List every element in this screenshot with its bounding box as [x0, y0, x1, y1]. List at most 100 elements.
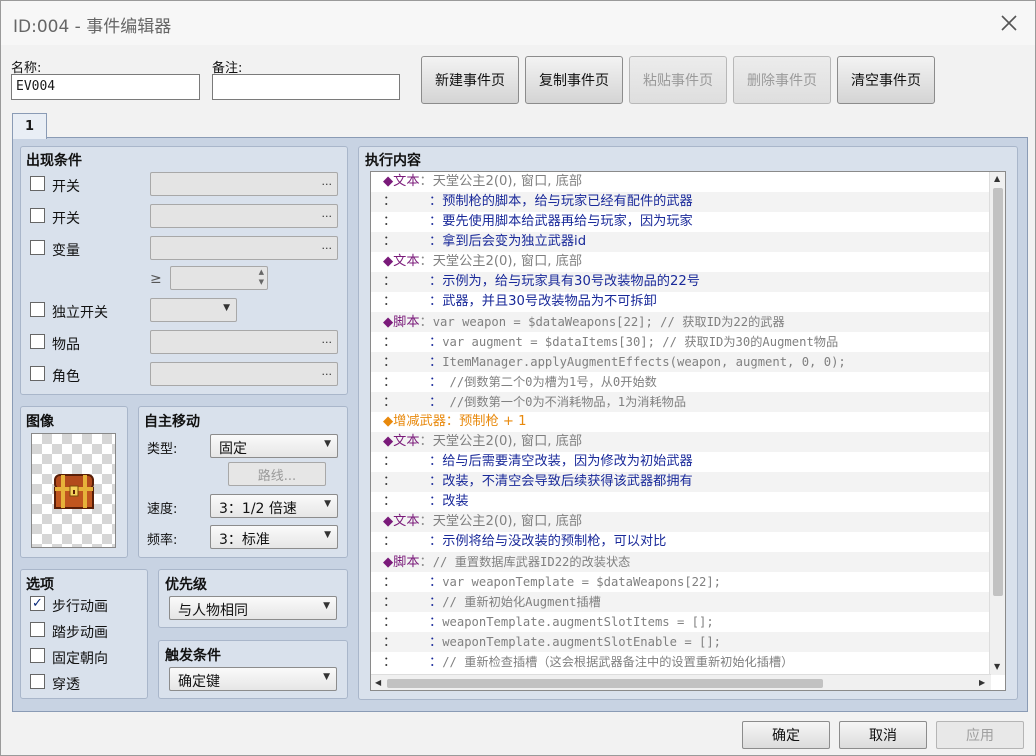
continuation-marker: ： — [383, 635, 397, 650]
scroll-right-arrow-icon[interactable]: ▶ — [979, 678, 985, 687]
command-row[interactable]: ：：改装 — [371, 492, 991, 512]
command-row[interactable]: ◆脚本：var weapon = $dataWeapons[22]; // 获取… — [371, 312, 991, 332]
speed-label: 速度: — [147, 502, 178, 517]
command-text: 天堂公主2(0), 窗口, 底部 — [432, 174, 583, 189]
stepping-anim-checkbox[interactable] — [30, 622, 45, 637]
clear-page-button[interactable]: 清空事件页 — [837, 56, 935, 104]
switch1-checkbox[interactable] — [30, 176, 45, 191]
vertical-scrollbar[interactable]: ▲ ▼ — [989, 172, 1005, 675]
command-row[interactable]: ：：var augment = $dataItems[30]; // 获取ID为… — [371, 332, 991, 352]
spin-up-icon[interactable]: ▲ — [259, 268, 264, 276]
command-list[interactable]: ◆文本：天堂公主2(0), 窗口, 底部：：预制枪的脚本，给与玩家已经有配件的武… — [370, 171, 1006, 691]
command-row[interactable]: ：：// 重新初始化Augment插槽 — [371, 592, 991, 612]
scroll-up-arrow-icon[interactable]: ▲ — [994, 174, 1000, 183]
trigger-select[interactable]: 确定键 ▼ — [169, 667, 337, 691]
spin-down-icon[interactable]: ▼ — [259, 278, 264, 286]
command-row[interactable]: ：：// 重新检查插槽（这会根据武器备注中的设置重新初始化插槽） — [371, 652, 991, 672]
command-row[interactable]: ：：weaponTemplate.augmentSlotItems = []; — [371, 612, 991, 632]
command-row[interactable]: ：：改装，不清空会导致后续获得该武器都拥有 — [371, 472, 991, 492]
command-text: 武器，并且30号改装物品为不可拆卸 — [442, 294, 657, 309]
command-row[interactable]: ：：给与后需要清空改装，因为修改为初始武器 — [371, 452, 991, 472]
self-switch-select[interactable]: ▼ — [150, 298, 237, 322]
continuation-marker: ： — [383, 454, 397, 469]
command-head: ◆文本 — [383, 254, 420, 269]
continuation-marker: ： — [383, 294, 397, 309]
conditions-title: 出现条件 — [26, 153, 82, 169]
dropdown-arrow-icon: ▼ — [323, 672, 330, 682]
command-separator: ： — [429, 214, 443, 229]
command-head: ◆脚本 — [383, 315, 420, 330]
new-page-button[interactable]: 新建事件页 — [421, 56, 519, 104]
ellipsis-icon: ... — [321, 175, 333, 188]
ok-button[interactable]: 确定 — [742, 721, 830, 749]
through-checkbox[interactable] — [30, 674, 45, 689]
scroll-left-arrow-icon[interactable]: ◀ — [375, 678, 381, 687]
command-row[interactable]: ：：示例为，给与玩家具有30号改装物品的22号 — [371, 272, 991, 292]
command-row[interactable]: ◆文本：天堂公主2(0), 窗口, 底部 — [371, 432, 991, 452]
event-image[interactable] — [31, 433, 116, 548]
ellipsis-icon: ... — [321, 365, 333, 378]
frequency-value: 3：标准 — [219, 532, 270, 548]
type-label: 类型: — [147, 442, 178, 457]
direction-fix-checkbox[interactable] — [30, 648, 45, 663]
command-row[interactable]: ◆脚本：// 重置数据库武器ID22的改装状态 — [371, 552, 991, 572]
command-row[interactable]: ◆文本：天堂公主2(0), 窗口, 底部 — [371, 512, 991, 532]
command-text: ItemManager.applyAugmentEffects(weapon, … — [442, 355, 846, 369]
command-row[interactable]: ：：武器，并且30号改装物品为不可拆卸 — [371, 292, 991, 312]
copy-page-button[interactable]: 复制事件页 — [525, 56, 623, 104]
apply-button[interactable]: 应用 — [936, 721, 1024, 749]
paste-page-button[interactable]: 粘贴事件页 — [629, 56, 727, 104]
delete-page-button[interactable]: 删除事件页 — [733, 56, 831, 104]
command-row[interactable]: ：：要先使用脚本给武器再给与玩家，因为玩家 — [371, 212, 991, 232]
command-row[interactable]: ： ： //倒数第一个0为不消耗物品，1为消耗物品 — [371, 392, 991, 412]
priority-select[interactable]: 与人物相同 ▼ — [169, 596, 337, 620]
self-switch-label: 独立开关 — [52, 305, 108, 321]
switch1-field[interactable]: ... — [150, 172, 338, 196]
command-row[interactable]: ：：weaponTemplate.augmentSlotEnable = []; — [371, 632, 991, 652]
switch2-field[interactable]: ... — [150, 204, 338, 228]
command-row[interactable]: ： ： //倒数第二个0为槽为1号，从0开始数 — [371, 372, 991, 392]
note-field[interactable] — [212, 74, 400, 100]
command-row[interactable]: ：：var weaponTemplate = $dataWeapons[22]; — [371, 572, 991, 592]
route-button[interactable]: 路线... — [228, 462, 326, 486]
walking-anim-checkbox[interactable]: ✓ — [30, 596, 45, 611]
actor-checkbox[interactable] — [30, 366, 45, 381]
close-button[interactable] — [995, 9, 1023, 37]
type-select[interactable]: 固定 ▼ — [210, 434, 338, 458]
variable-label: 变量 — [52, 243, 80, 259]
command-text: 天堂公主2(0), 窗口, 底部 — [432, 514, 583, 529]
cancel-button[interactable]: 取消 — [839, 721, 927, 749]
command-text: var weaponTemplate = $dataWeapons[22]; — [442, 575, 722, 589]
command-row[interactable]: ◆增减武器：预制枪 + 1 — [371, 412, 991, 432]
variable-value-spinner[interactable]: ▲ ▼ — [170, 266, 268, 290]
variable-field[interactable]: ... — [150, 236, 338, 260]
command-row[interactable]: ：：ItemManager.applyAugmentEffects(weapon… — [371, 352, 991, 372]
item-checkbox[interactable] — [30, 334, 45, 349]
command-separator: ： — [429, 575, 443, 590]
command-row[interactable]: ：：拿到后会变为独立武器id — [371, 232, 991, 252]
item-field[interactable]: ... — [150, 330, 338, 354]
command-row[interactable]: ◆文本：天堂公主2(0), 窗口, 底部 — [371, 172, 991, 192]
self-switch-checkbox[interactable] — [30, 302, 45, 317]
command-separator: ： — [429, 335, 443, 350]
actor-field[interactable]: ... — [150, 362, 338, 386]
frequency-select[interactable]: 3：标准 ▼ — [210, 525, 338, 549]
dropdown-arrow-icon: ▼ — [223, 303, 230, 313]
name-field[interactable]: EV004 — [11, 74, 200, 100]
vertical-scroll-thumb[interactable] — [993, 188, 1003, 596]
command-text: //倒数第一个0为不消耗物品，1为消耗物品 — [442, 395, 687, 409]
command-text: 改装，不清空会导致后续获得该武器都拥有 — [442, 474, 693, 489]
command-row[interactable]: ：：示例将给与没改装的预制枪，可以对比 — [371, 532, 991, 552]
speed-select[interactable]: 3：1/2 倍速 ▼ — [210, 494, 338, 518]
ellipsis-icon: ... — [321, 207, 333, 220]
continuation-marker: ： — [383, 375, 397, 390]
tab-page-1[interactable]: 1 — [12, 113, 47, 139]
command-row[interactable]: ◆文本：天堂公主2(0), 窗口, 底部 — [371, 252, 991, 272]
horizontal-scrollbar[interactable]: ◀ ▶ — [371, 674, 991, 690]
scroll-down-arrow-icon[interactable]: ▼ — [994, 662, 1000, 671]
horizontal-scroll-thumb[interactable] — [387, 679, 823, 688]
variable-checkbox[interactable] — [30, 240, 45, 255]
command-row[interactable]: ：：预制枪的脚本，给与玩家已经有配件的武器 — [371, 192, 991, 212]
command-text: // 重置数据库武器ID22的改装状态 — [432, 555, 631, 569]
switch2-checkbox[interactable] — [30, 208, 45, 223]
